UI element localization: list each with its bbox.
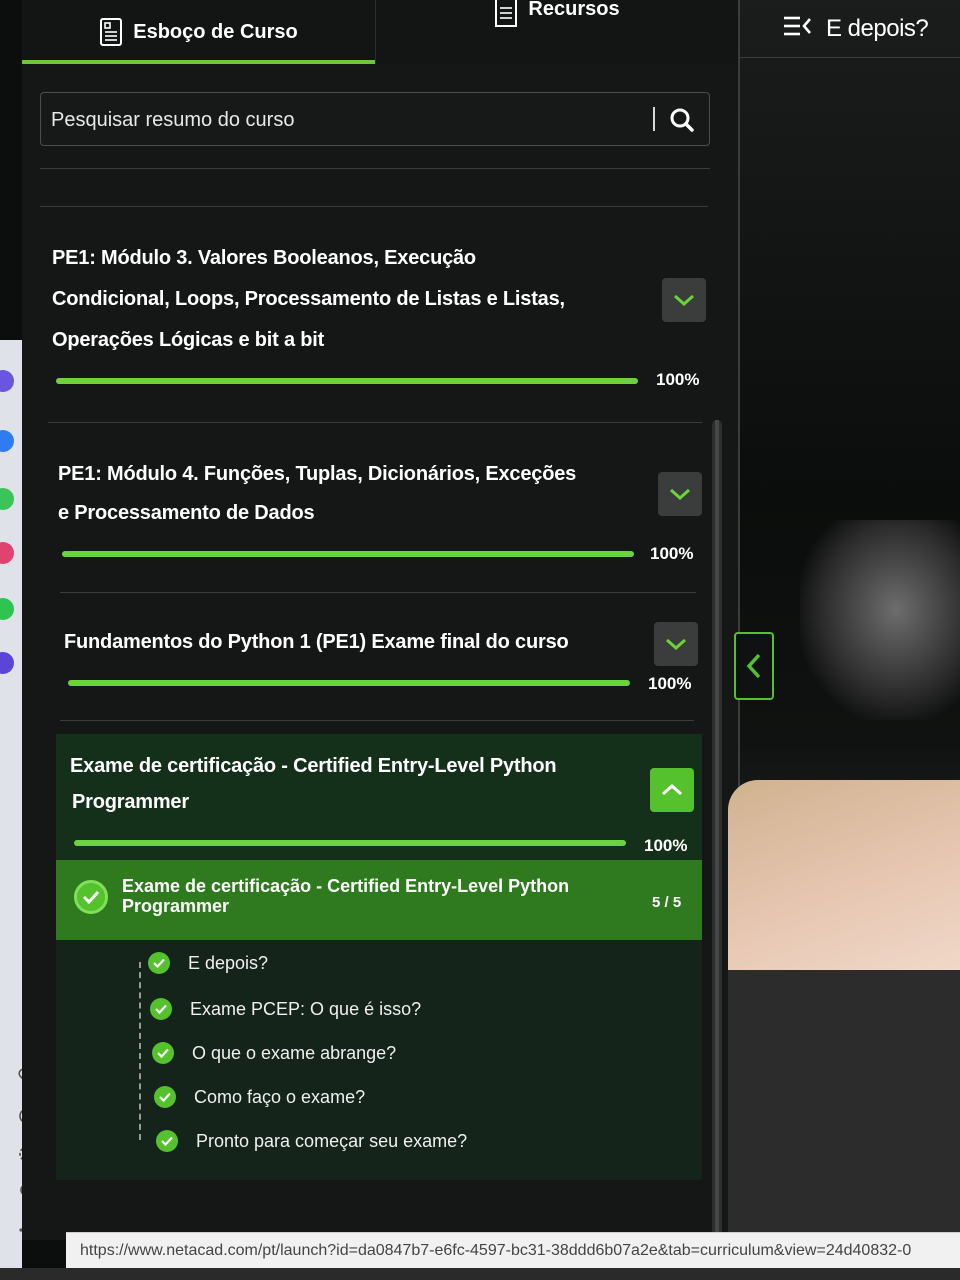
module-section: Fundamentos do Python 1 (PE1) Exame fina… [40, 622, 706, 702]
section-title-line: Fundamentos do Python 1 (PE1) Exame fina… [64, 631, 569, 653]
resources-document-icon [494, 0, 518, 30]
check-circle-icon [152, 1042, 174, 1064]
divider [40, 168, 710, 169]
search-icon[interactable] [667, 105, 697, 135]
player-icon[interactable] [0, 652, 14, 674]
check-circle-icon [154, 1086, 176, 1108]
subsection-header[interactable]: Exame de certificação - Certified Entry-… [56, 860, 702, 940]
outline-document-icon [99, 17, 123, 47]
chevron-up-icon [662, 783, 682, 796]
chevron-down-icon [674, 294, 694, 307]
section-title-line: Exame de certificação - Certified Entry-… [70, 755, 557, 777]
chevron-down-icon [666, 638, 686, 651]
section-title-line: Programmer [72, 791, 189, 813]
section-title-line: e Processamento de Dados [58, 502, 315, 524]
tab-course-outline-label: Esboço de Curso [133, 20, 298, 43]
content-footer-area [728, 970, 960, 1240]
lesson-item[interactable]: Como faço o exame? [154, 1082, 365, 1112]
module-section: PE1: Módulo 4. Funções, Tuplas, Dicionár… [40, 454, 706, 574]
check-circle-icon [150, 998, 172, 1020]
lesson-item[interactable]: O que o exame abrange? [152, 1038, 396, 1068]
subsection-count: 5 / 5 [652, 894, 682, 911]
section-title-line: Operações Lógicas e bit a bit [52, 329, 325, 351]
subsection-title-line: Exame de certificação - Certified Entry-… [122, 876, 570, 896]
extension-icon-purple[interactable] [0, 370, 14, 392]
tab-resources[interactable]: Recursos [376, 0, 738, 64]
tab-course-outline[interactable]: Esboço de Curso [22, 0, 376, 64]
section-progress-bar [68, 680, 630, 686]
content-header: E depois? [740, 0, 960, 58]
section-progress-fill [74, 840, 626, 846]
section-expand-button[interactable] [662, 278, 706, 322]
chevron-left-icon [746, 653, 761, 679]
section-collapse-button[interactable] [650, 768, 694, 812]
menu-collapse-icon[interactable] [782, 15, 812, 42]
subsection-title-line: Programmer [122, 896, 230, 916]
section-progress-fill [56, 378, 638, 384]
section-progress-label: 100% [648, 674, 692, 693]
section-title-line: PE1: Módulo 3. Valores Booleanos, Execuç… [52, 247, 476, 269]
video-image [728, 780, 960, 970]
search-separator [653, 107, 655, 131]
check-circle-icon [148, 952, 170, 974]
status-url: https://www.netacad.com/pt/launch?id=da0… [80, 1242, 912, 1259]
section-expand-button[interactable] [654, 622, 698, 666]
content-title: E depois? [826, 14, 929, 42]
section-title-line: Condicional, Loops, Processamento de Lis… [52, 288, 565, 310]
search-box [40, 92, 710, 146]
spotify-icon[interactable] [0, 598, 14, 620]
section-progress-bar [56, 378, 638, 384]
section-progress-bar [74, 840, 626, 846]
divider [60, 592, 696, 593]
check-circle-icon [74, 880, 108, 914]
messenger-icon[interactable] [0, 430, 14, 452]
browser-sidebar [0, 340, 22, 1280]
module-section-active: Exame de certificação - Certified Entry-… [40, 746, 706, 856]
chevron-down-icon [670, 488, 690, 501]
tab-resources-label: Recursos [528, 0, 620, 20]
panel-tabs: Esboço de Curso Recursos [22, 0, 738, 64]
section-progress-fill [62, 551, 634, 557]
section-progress-label: 100% [644, 836, 688, 855]
whatsapp-icon[interactable] [0, 488, 14, 510]
search-input[interactable] [51, 103, 641, 137]
video-frame [800, 520, 960, 720]
subsection-title: Exame de certificação - Certified Entry-… [122, 876, 622, 916]
panel-scrollbar-thumb[interactable] [715, 420, 719, 1240]
section-progress-label: 100% [656, 370, 700, 389]
section-progress-fill [68, 680, 630, 686]
section-progress-label: 100% [650, 544, 694, 563]
lesson-list: E depois? Exame PCEP: O que é isso? O que … [56, 940, 702, 1180]
lesson-item[interactable]: Pronto para começar seu exame? [156, 1126, 467, 1156]
module-section: PE1: Módulo 3. Valores Booleanos, Execuç… [40, 238, 706, 408]
lesson-connector [139, 962, 141, 1140]
section-expand-button[interactable] [658, 472, 702, 516]
taskbar [0, 1268, 960, 1280]
content-area: E depois? [728, 0, 960, 1240]
divider [60, 720, 694, 721]
section-progress-bar [62, 551, 634, 557]
browser-status-bar: https://www.netacad.com/pt/launch?id=da0… [66, 1232, 960, 1268]
lesson-label: Pronto para começar seu exame? [196, 1130, 468, 1151]
check-circle-icon [156, 1130, 178, 1152]
collapse-panel-button[interactable] [734, 632, 774, 700]
lesson-label: O que o exame abrange? [192, 1042, 397, 1063]
lesson-label: E depois? [188, 952, 269, 973]
lesson-label: Como faço o exame? [194, 1086, 366, 1107]
lesson-item[interactable]: Exame PCEP: O que é isso? [150, 994, 421, 1024]
course-outline-panel: Esboço de Curso Recursos PE1: Módulo 3. … [22, 0, 738, 1240]
lesson-item[interactable]: E depois? [148, 948, 268, 978]
instagram-icon[interactable] [0, 542, 14, 564]
divider [40, 206, 708, 207]
section-title-line: PE1: Módulo 4. Funções, Tuplas, Dicionár… [58, 463, 577, 485]
lesson-label: Exame PCEP: O que é isso? [190, 998, 422, 1019]
divider [48, 422, 702, 423]
